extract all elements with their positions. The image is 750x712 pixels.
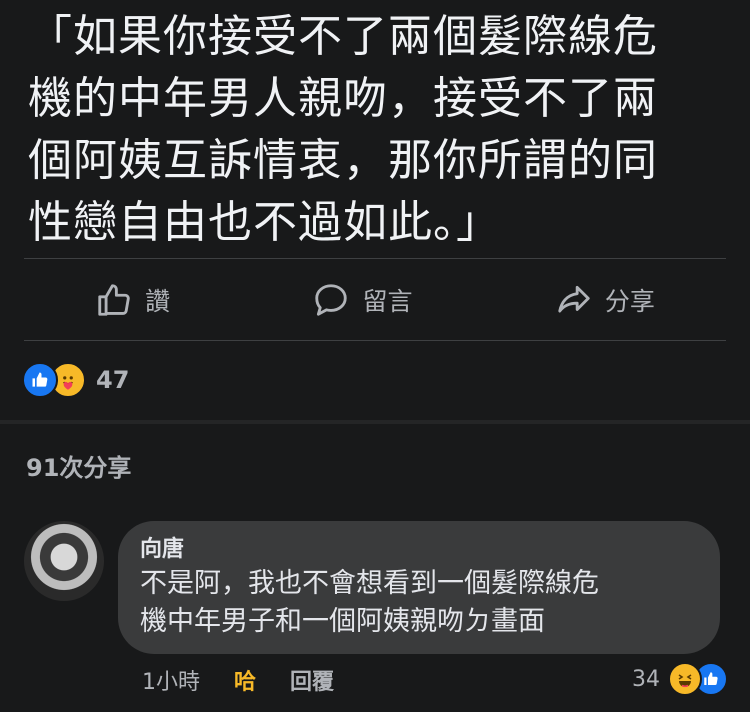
like-icon (22, 362, 58, 398)
comment-button[interactable]: 留言 (312, 281, 413, 319)
share-count[interactable]: 91次分享 (26, 448, 131, 483)
haha-icon (668, 662, 702, 696)
post-actions-bar: 讚 留言 分享 (24, 262, 726, 338)
divider-bottom (24, 340, 726, 341)
comment-reactions[interactable]: 34 (632, 662, 728, 696)
post-reactions[interactable]: 47 (22, 362, 129, 398)
comment-meta: 1小時 哈 回覆 (142, 664, 334, 696)
share-button-label: 分享 (604, 287, 655, 316)
thumbs-up-icon (98, 284, 130, 316)
reply-link[interactable]: 回覆 (290, 664, 334, 696)
like-button[interactable]: 讚 (95, 281, 170, 319)
section-separator (0, 420, 750, 424)
speech-bubble-icon (315, 284, 348, 316)
comment-haha-link[interactable]: 哈 (234, 664, 256, 696)
comment-button-label: 留言 (362, 287, 413, 316)
share-button[interactable]: 分享 (555, 281, 655, 319)
comment-bubble: 向唐 不是阿，我也不會想看到一個髮際線危 機中年男子和一個阿姨親吻ㄉ畫面 (118, 521, 720, 654)
divider-top (24, 258, 726, 259)
reaction-count: 47 (96, 366, 130, 394)
like-button-label: 讚 (145, 287, 171, 316)
comment-reaction-count: 34 (632, 666, 660, 692)
comment-time[interactable]: 1小時 (142, 664, 200, 696)
comment-text: 不是阿，我也不會想看到一個髮際線危 機中年男子和一個阿姨親吻ㄉ畫面 (140, 568, 599, 637)
avatar[interactable] (24, 521, 104, 601)
post-text: 「如果你接受不了兩個髮際線危 機的中年男人親吻，接受不了兩 個阿姨互訴情衷，那你… (28, 11, 658, 248)
share-arrow-icon (558, 285, 590, 313)
comment-author[interactable]: 向唐 (140, 535, 698, 565)
